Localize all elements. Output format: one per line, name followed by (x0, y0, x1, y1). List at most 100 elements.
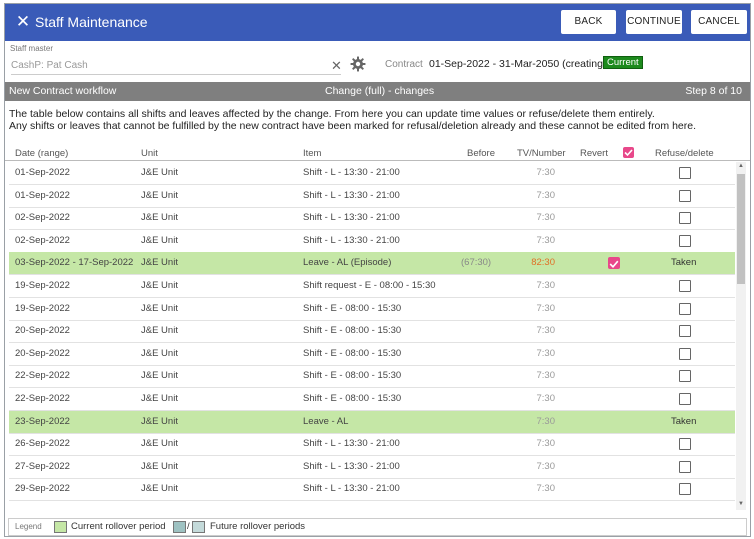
row-date: 02-Sep-2022 (15, 212, 70, 224)
row-unit: J&E Unit (141, 212, 178, 224)
row-date: 20-Sep-2022 (15, 347, 70, 359)
row-item: Shift - L - 13:30 - 21:00 (303, 438, 400, 450)
row-item: Leave - AL (303, 415, 349, 427)
table-row[interactable]: 22-Sep-2022 J&E Unit Shift - E - 08:00 - 1… (9, 365, 735, 389)
workflow-step: Step 8 of 10 (685, 85, 742, 97)
row-tv-number[interactable]: 7:30 (527, 478, 556, 500)
table-row[interactable]: 02-Sep-2022 J&E Unit Shift - L - 13:30 - 2… (9, 207, 735, 231)
table-row[interactable]: 20-Sep-2022 J&E Unit Shift - E - 08:00 - 1… (9, 320, 735, 344)
refuse-delete-checkbox[interactable] (679, 189, 691, 202)
table-row[interactable]: 26-Sep-2022 J&E Unit Shift - L - 13:30 - 2… (9, 433, 735, 457)
select-all-revert-checkbox[interactable] (623, 147, 634, 158)
table-row[interactable]: 22-Sep-2022 J&E Unit Shift - E - 08:00 - 1… (9, 388, 735, 411)
description-line: Any shifts or leaves that cannot be fulf… (9, 120, 696, 132)
row-item: Shift - L - 13:30 - 21:00 (303, 234, 400, 246)
scrollbar-thumb[interactable] (737, 174, 745, 284)
row-unit: J&E Unit (141, 483, 178, 495)
scroll-down-icon[interactable]: ▼ (738, 501, 744, 507)
table-row[interactable]: 01-Sep-2022 J&E Unit Shift - L - 13:30 - 2… (9, 185, 735, 208)
refuse-delete-checkbox[interactable] (679, 212, 691, 225)
staff-master-label: Staff master (10, 44, 53, 53)
row-tv-number[interactable]: 82:30 (527, 252, 555, 274)
row-tv-number[interactable]: 7:30 (527, 456, 556, 478)
header-before: Before (467, 148, 495, 159)
refuse-delete-checkbox[interactable] (679, 280, 691, 292)
cancel-button[interactable]: CANCEL (691, 10, 747, 34)
continue-button[interactable]: CONTINUE (626, 10, 682, 34)
row-tv-number[interactable]: 7:30 (527, 343, 556, 365)
close-icon[interactable]: ✕ (14, 12, 32, 32)
row-date: 02-Sep-2022 (15, 234, 70, 246)
table-row[interactable]: 19-Sep-2022 J&E Unit Shift - E - 08:00 - 1… (9, 298, 735, 321)
table-row[interactable]: 02-Sep-2022 J&E Unit Shift - L - 13:30 - 2… (9, 230, 735, 253)
row-tv-number[interactable]: 7:30 (527, 207, 556, 229)
row-tv-number[interactable]: 7:30 (527, 230, 556, 252)
header-item: Item (303, 148, 322, 159)
gear-icon[interactable] (350, 56, 366, 72)
refuse-delete-checkbox[interactable] (679, 393, 691, 405)
refuse-delete-checkbox[interactable] (679, 302, 691, 315)
contract-value: 01-Sep-2022 - 31-Mar-2050 (creating) (429, 58, 607, 70)
table-row[interactable]: 29-Sep-2022 J&E Unit Shift - L - 13:30 - 2… (9, 478, 735, 502)
staff-master-input[interactable]: CashP: Pat Cash (11, 59, 341, 75)
table-row[interactable]: 27-Sep-2022 J&E Unit Shift - L - 13:30 - 2… (9, 456, 735, 479)
table-row[interactable]: 19-Sep-2022 J&E Unit Shift request - E - 0… (9, 275, 735, 298)
row-tv-number[interactable]: 7:30 (527, 185, 556, 207)
scrollbar[interactable]: ▲ ▼ (736, 162, 746, 510)
row-date: 20-Sep-2022 (15, 325, 70, 337)
row-before: (67:30) (461, 257, 492, 269)
row-item: Shift - E - 08:00 - 15:30 (303, 370, 402, 382)
row-unit: J&E Unit (141, 370, 178, 382)
row-tv-number[interactable]: 7:30 (527, 298, 556, 320)
row-unit: J&E Unit (141, 415, 178, 427)
table-row[interactable]: 23-Sep-2022 J&E Unit Leave - AL 7:30 Taken (9, 410, 735, 434)
scroll-up-icon[interactable]: ▲ (738, 163, 744, 169)
row-item: Shift - L - 13:30 - 21:00 (303, 189, 400, 201)
row-unit: J&E Unit (141, 302, 178, 314)
refuse-delete-checkbox[interactable] (679, 167, 691, 179)
refuse-delete-checkbox[interactable] (679, 234, 691, 247)
row-item: Shift - L - 13:30 - 21:00 (303, 460, 400, 472)
refuse-delete-checkbox[interactable] (679, 370, 691, 383)
row-tv-number[interactable]: 7:30 (527, 365, 556, 387)
title-bar: ✕ Staff Maintenance BACK CONTINUE CANCEL (5, 4, 750, 41)
row-date: 19-Sep-2022 (15, 302, 70, 314)
revert-checkbox[interactable] (608, 257, 620, 270)
refuse-delete-checkbox[interactable] (679, 347, 691, 360)
back-button[interactable]: BACK (561, 10, 616, 34)
refuse-delete-checkbox[interactable] (679, 438, 691, 451)
header-refuse-delete: Refuse/delete (655, 148, 714, 159)
row-tv-number[interactable]: 7:30 (527, 162, 556, 184)
row-item: Shift - L - 13:30 - 21:00 (303, 167, 400, 178)
header-tv-number: TV/Number (517, 148, 566, 159)
row-date: 19-Sep-2022 (15, 280, 70, 291)
table-row[interactable]: 01-Sep-2022 J&E Unit Shift - L - 13:30 - 2… (9, 162, 735, 185)
row-unit: J&E Unit (141, 393, 178, 404)
workflow-bar: New Contract workflow Change (full) - ch… (5, 82, 750, 101)
refuse-delete-checkbox[interactable] (679, 460, 691, 473)
row-tv-number[interactable]: 7:30 (527, 275, 556, 297)
row-tv-number[interactable]: 7:30 (527, 388, 556, 410)
refuse-delete-checkbox[interactable] (679, 483, 691, 496)
description: The table below contains all shifts and … (9, 108, 696, 132)
row-status: Taken (671, 257, 697, 269)
row-item: Shift request - E - 08:00 - 15:30 (303, 280, 436, 291)
table-body: 01-Sep-2022 J&E Unit Shift - L - 13:30 - 2… (9, 162, 735, 510)
row-item: Shift - L - 13:30 - 21:00 (303, 212, 400, 224)
row-tv-number[interactable]: 7:30 (527, 433, 556, 455)
row-tv-number[interactable]: 7:30 (527, 320, 556, 342)
refuse-delete-checkbox[interactable] (679, 325, 691, 338)
clear-icon[interactable]: ✕ (331, 59, 342, 73)
table-row[interactable]: 03-Sep-2022 - 17-Sep-2022 J&E Unit Leave -… (9, 252, 735, 276)
row-item: Shift - E - 08:00 - 15:30 (303, 393, 402, 404)
legend-swatch-current (54, 521, 67, 533)
table-row[interactable]: 20-Sep-2022 J&E Unit Shift - E - 08:00 - 1… (9, 343, 735, 366)
row-item: Shift - E - 08:00 - 15:30 (303, 302, 402, 314)
row-date: 26-Sep-2022 (15, 438, 70, 450)
header-revert: Revert (580, 148, 608, 159)
row-unit: J&E Unit (141, 234, 178, 246)
description-line: The table below contains all shifts and … (9, 108, 655, 120)
row-tv-number[interactable]: 7:30 (527, 411, 556, 433)
row-date: 29-Sep-2022 (15, 483, 70, 495)
legend: Legend Current rollover period / Future … (8, 518, 747, 536)
